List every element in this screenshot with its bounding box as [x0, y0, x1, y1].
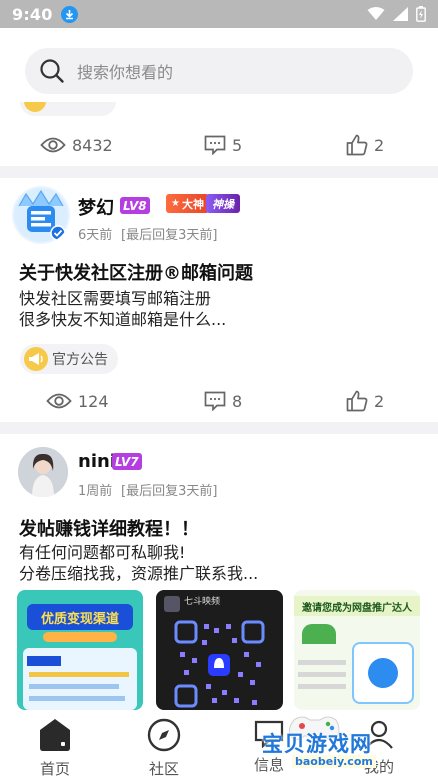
post-image[interactable]: 七斗映频: [156, 590, 283, 710]
comments-stat[interactable]: 8: [204, 391, 242, 411]
post-stats: 124 8 2: [0, 386, 438, 416]
likes-stat[interactable]: 2: [346, 134, 384, 156]
eye-icon: [46, 393, 72, 409]
avatar[interactable]: [12, 186, 70, 244]
post-title[interactable]: 关于快发社区注册®邮箱问题: [19, 259, 253, 285]
views-count: 124: [78, 391, 109, 411]
post-body-line: 很多快友不知道邮箱是什么...: [19, 310, 227, 329]
nav-community[interactable]: 社区: [129, 718, 199, 779]
level-badge: LV8: [120, 197, 150, 214]
likes-stat[interactable]: 2: [346, 390, 384, 412]
image-headline: 邀请您成为网盘推广达人: [294, 596, 420, 616]
divider: [0, 166, 438, 178]
watermark-text: 宝贝游戏网: [262, 732, 372, 756]
post-body-line: 有任何问题都可私聊我!: [19, 543, 186, 562]
eye-icon: [40, 137, 66, 153]
post-stats: 8432 5 2: [0, 130, 438, 160]
home-icon: [40, 719, 70, 751]
post-image[interactable]: 邀请您成为网盘推广达人: [294, 590, 420, 710]
views-stat: 124: [46, 392, 109, 411]
image-headline: 优质变现渠道: [27, 604, 133, 630]
views-count: 8432: [72, 135, 113, 155]
comments-count: 8: [232, 391, 243, 411]
status-time: 9:40: [12, 4, 53, 24]
comment-icon: [204, 135, 226, 155]
post-title[interactable]: 发帖赚钱详细教程！！: [19, 515, 199, 541]
image-headline: 七斗映频: [184, 597, 221, 607]
comments-count: 5: [232, 135, 243, 155]
search-bar[interactable]: 搜索你想看的: [25, 48, 413, 94]
search-icon: [40, 59, 64, 83]
comment-icon: [204, 391, 226, 411]
search-placeholder: 搜索你想看的: [77, 63, 174, 82]
watermark-url: baobeiy.com: [292, 755, 376, 768]
star-icon: ★: [171, 198, 180, 209]
dashen-badge: ★ 大神: [166, 194, 209, 213]
post-time: 1周前: [78, 484, 113, 499]
last-reply: [最后回复3天前]: [121, 484, 218, 499]
likes-count: 2: [374, 391, 385, 411]
topic-tag[interactable]: 官方公告: [20, 344, 118, 374]
thumbs-up-icon: [346, 390, 368, 412]
level-badge: LV7: [112, 453, 142, 470]
tag-partial: [20, 102, 116, 116]
last-reply: [最后回复3天前]: [121, 228, 218, 243]
username[interactable]: nini: [78, 451, 116, 472]
post-body-line: 快发社区需要填写邮箱注册: [19, 289, 212, 308]
avatar[interactable]: [18, 447, 68, 497]
megaphone-icon: [24, 347, 48, 371]
post-time: 6天前: [78, 228, 113, 243]
watermark-logo: 宝贝游戏网 baobeiy.com: [258, 712, 408, 772]
avatar-image: [18, 447, 68, 497]
qr-code-image: [172, 618, 267, 710]
divider: [0, 422, 438, 434]
post-body[interactable]: 快发社区需要填写邮箱注册 很多快友不知道邮箱是什么...: [19, 288, 226, 330]
nav-community-label: 社区: [148, 760, 179, 778]
thumbs-up-icon: [346, 134, 368, 156]
post-body-line: 分卷压缩找我，资源推广联系我...: [19, 564, 259, 583]
download-icon: [60, 5, 78, 23]
topic-tag-label: 官方公告: [52, 352, 108, 368]
avatar-image: [14, 188, 68, 242]
shen-badge: 神操: [206, 194, 240, 213]
signal-icon: [393, 7, 408, 21]
post-body[interactable]: 有任何问题都可私聊我! 分卷压缩找我，资源推广联系我...: [19, 542, 258, 584]
battery-icon: [416, 6, 426, 22]
comments-stat[interactable]: 5: [204, 135, 242, 155]
compass-icon: [147, 718, 181, 752]
wifi-icon: [367, 7, 385, 20]
nav-home-label: 首页: [39, 760, 70, 778]
likes-count: 2: [374, 135, 385, 155]
app-screen: 9:40 搜索你想看的 8432 5 2 梦幻 LV8 ★ 大神 神操 6天前 …: [0, 0, 438, 779]
nav-home[interactable]: 首页: [20, 718, 90, 779]
dashen-badge-label: 大神: [181, 197, 204, 211]
status-bar: 9:40: [0, 0, 438, 28]
post-image[interactable]: 优质变现渠道: [17, 590, 143, 710]
views-stat: 8432: [40, 136, 113, 155]
username[interactable]: 梦幻: [78, 194, 114, 220]
